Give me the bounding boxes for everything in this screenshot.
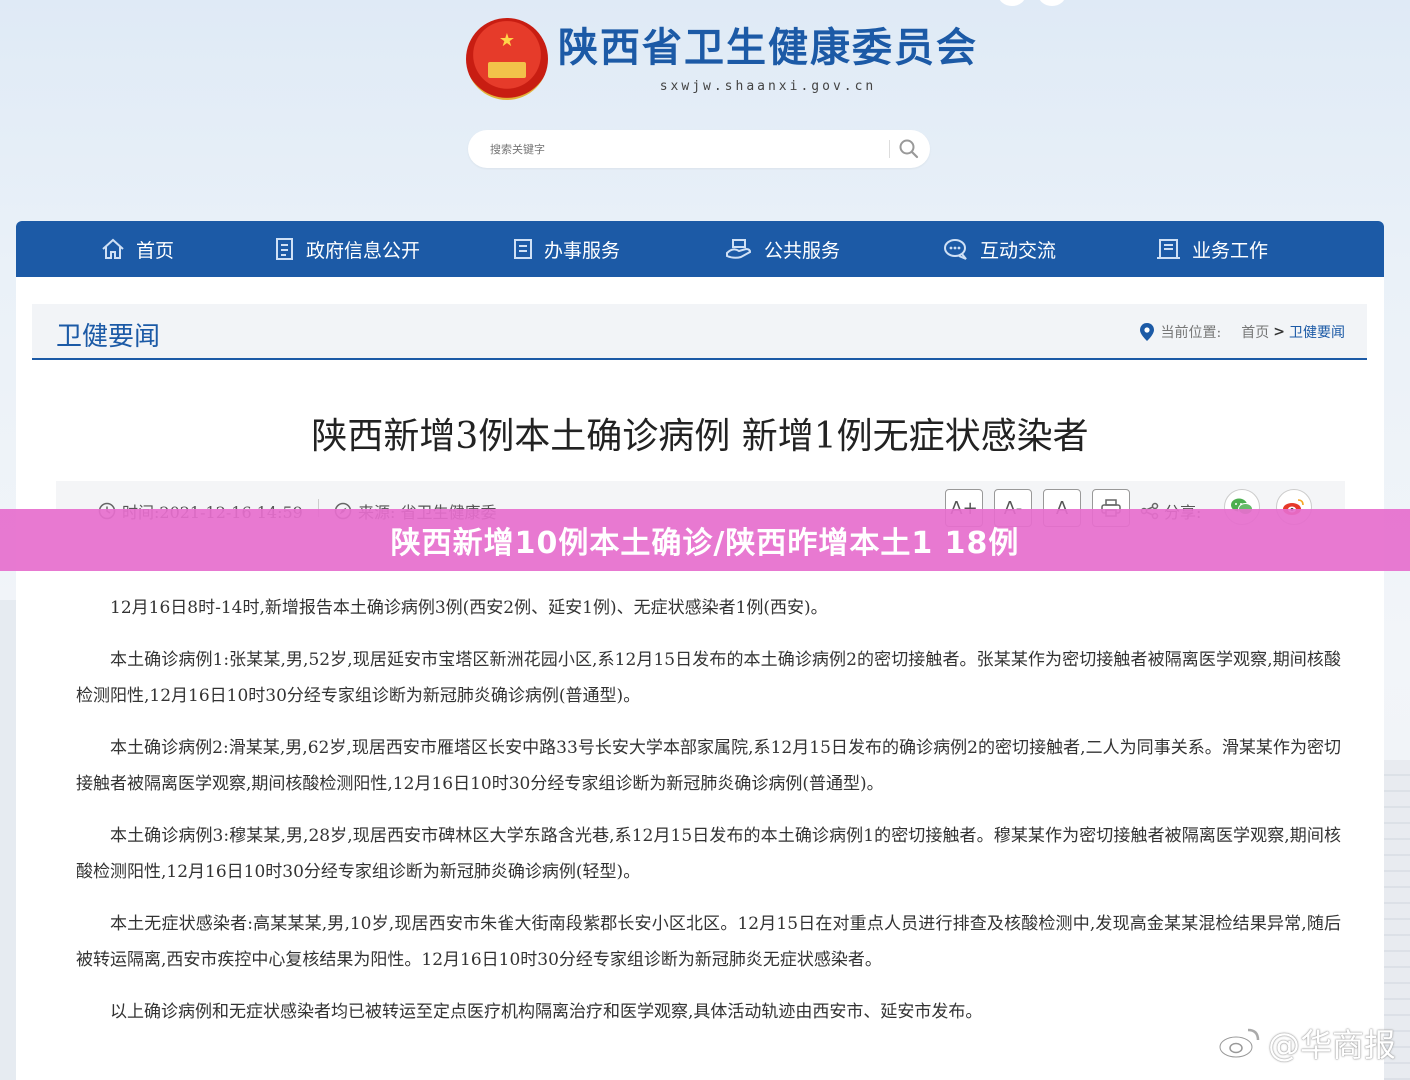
- breadcrumb: 当前位置: 首页 > 卫健要闻: [1139, 322, 1345, 342]
- column-title: 卫健要闻: [56, 322, 161, 352]
- breadcrumb-home-link[interactable]: 首页: [1241, 322, 1269, 342]
- main-nav: 首页 政府信息公开 办事服务 公共服务 互动交流 业务工作: [16, 221, 1384, 277]
- document-icon: [276, 238, 293, 260]
- nav-item-public-service[interactable]: 公共服务: [724, 221, 840, 277]
- breadcrumb-label: 当前位置:: [1160, 325, 1222, 341]
- watermark-text: @华商报: [1267, 1026, 1396, 1064]
- article-paragraph: 12月16日8时-14时,新增报告本土确诊病例3例(西安2例、延安1例)、无症状…: [110, 598, 828, 618]
- search-box: [468, 130, 930, 168]
- home-icon: [102, 238, 124, 259]
- work-icon: [1157, 239, 1180, 259]
- article-paragraph: 本土确诊病例3:穆某某,男,28岁,现居西安市碑林区大学东路含光巷,系12月15…: [76, 826, 1341, 882]
- breadcrumb-separator: >: [1273, 324, 1285, 340]
- list-icon: [514, 239, 532, 259]
- top-decoration: [998, 0, 1066, 6]
- headline-banner-text: 陕西新增10例本土确诊/陕西昨增本土1 18例: [390, 526, 1020, 561]
- search-icon: [899, 139, 919, 159]
- breadcrumb-current-link[interactable]: 卫健要闻: [1289, 322, 1345, 342]
- column-header: 卫健要闻 当前位置: 首页 > 卫健要闻: [32, 304, 1367, 360]
- search-input[interactable]: [490, 142, 870, 156]
- nav-item-label: 公共服务: [764, 239, 841, 262]
- nav-item-label: 办事服务: [544, 239, 621, 262]
- location-pin-icon: [1139, 323, 1154, 341]
- nav-item-interaction[interactable]: 互动交流: [942, 221, 1056, 277]
- article-paragraph: 本土确诊病例2:滑某某,男,62岁,现居西安市雁塔区长安中路33号长安大学本部家…: [76, 738, 1341, 794]
- site-logo[interactable]: ★ 陕西省卫生健康委员会 sxwjw.shaanxi.gov.cn: [466, 18, 978, 100]
- article-paragraph: 以上确诊病例和无症状感染者均已被转运至定点医疗机构隔离治疗和医学观察,具体活动轨…: [110, 1002, 983, 1022]
- nav-item-home[interactable]: 首页: [100, 221, 174, 277]
- watermark: @华商报: [1218, 1020, 1396, 1066]
- article-title: 陕西新增3例本土确诊病例 新增1例无症状感染者: [311, 416, 1089, 457]
- article-paragraph: 本土确诊病例1:张某某,男,52岁,现居延安市宝塔区新洲花园小区,系12月15日…: [76, 650, 1341, 706]
- nav-item-business[interactable]: 业务工作: [1156, 221, 1268, 277]
- weibo-watermark-icon: [1218, 1028, 1260, 1059]
- national-emblem-icon: ★: [466, 18, 548, 100]
- content-panel: 卫健要闻 当前位置: 首页 > 卫健要闻 陕西新增3例本土确诊病例 新增1例无症…: [16, 277, 1384, 1080]
- nav-item-services[interactable]: 办事服务: [512, 221, 620, 277]
- service-icon: [726, 239, 752, 259]
- nav-item-label: 互动交流: [980, 239, 1057, 262]
- nav-item-label: 政府信息公开: [306, 239, 421, 262]
- article-paragraph: 本土无症状感染者:高某某某,男,10岁,现居西安市朱雀大街南段紫郡长安小区北区。…: [76, 914, 1341, 970]
- article-body: 12月16日8时-14时,新增报告本土确诊病例3例(西安2例、延安1例)、无症状…: [76, 590, 1341, 1046]
- search-button[interactable]: [898, 138, 920, 160]
- site-url: sxwjw.shaanxi.gov.cn: [659, 78, 877, 94]
- nav-item-label: 首页: [136, 239, 175, 262]
- site-name: 陕西省卫生健康委员会: [558, 23, 978, 71]
- chat-icon: [944, 239, 967, 260]
- headline-banner: 陕西新增10例本土确诊/陕西昨增本土1 18例: [0, 509, 1410, 571]
- search-divider: [889, 140, 890, 158]
- nav-item-label: 业务工作: [1192, 239, 1269, 262]
- nav-item-gov-info[interactable]: 政府信息公开: [274, 221, 420, 277]
